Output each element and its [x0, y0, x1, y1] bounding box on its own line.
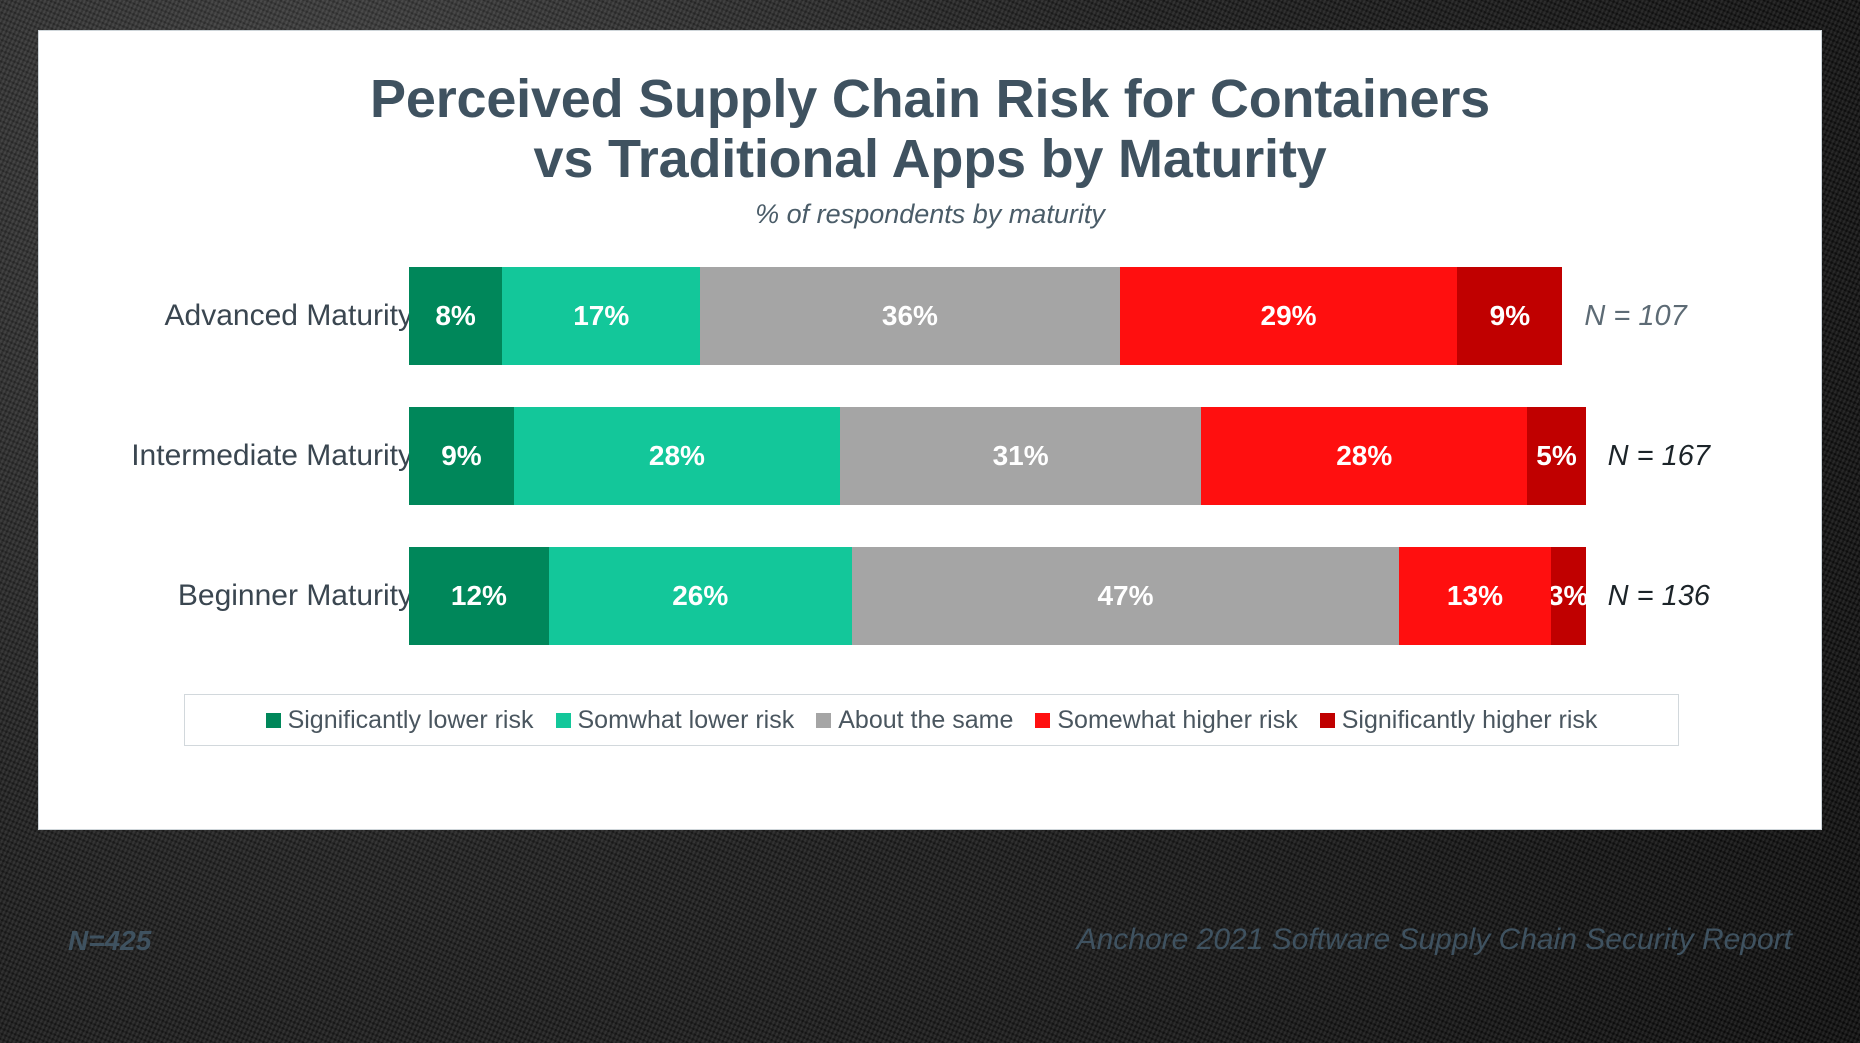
bar-segment-label: 29%: [1260, 300, 1317, 331]
category-label: Advanced Maturity: [164, 299, 413, 332]
page-title: Perceived Supply Chain Risk for Containe…: [39, 69, 1821, 190]
bar-segment-label: 17%: [573, 300, 630, 331]
bar-segment-label: 47%: [1097, 580, 1154, 611]
bar-segment: 9%: [409, 407, 514, 505]
legend-item[interactable]: Significantly lower risk: [265, 705, 534, 735]
bar-segment-label: 9%: [441, 440, 482, 471]
bar-segment-label: 28%: [648, 440, 705, 471]
legend-swatch-icon: [1319, 712, 1335, 728]
legend-item[interactable]: Somwhat lower risk: [555, 705, 795, 735]
category-label: Beginner Maturity: [177, 579, 413, 612]
stacked-bar: 12% 26% 47% 13% 3%: [409, 547, 1586, 645]
bar-segment: 17%: [502, 267, 701, 365]
bar-segment: 26%: [548, 547, 852, 645]
legend-item[interactable]: About the same: [816, 706, 1013, 735]
stacked-bar: 9% 28% 31% 28% 5%: [409, 407, 1586, 505]
poster-frame: Perceived Supply Chain Risk for Containe…: [0, 0, 1860, 1043]
bar-segment: 3%: [1550, 547, 1586, 645]
bar-segment: 5%: [1527, 407, 1586, 505]
chart-row: Advanced Maturity 8% 17% 36% 29% 9% N = 107: [39, 267, 1823, 365]
bar-segment-label: 13%: [1446, 580, 1503, 611]
bar-segment: 28%: [1201, 407, 1528, 505]
row-sample-size: N = 167: [1607, 440, 1711, 472]
title-line-2: vs Traditional Apps by Maturity: [533, 129, 1327, 190]
legend-swatch-icon: [555, 712, 571, 728]
bar-segment-label: 5%: [1536, 440, 1577, 471]
chart-legend: Significantly lower risk Somwhat lower ri…: [184, 694, 1679, 746]
legend-swatch-icon: [265, 712, 281, 728]
bar-segment: 13%: [1399, 547, 1551, 645]
legend-swatch-icon: [1035, 712, 1051, 728]
legend-item[interactable]: Somewhat higher risk: [1035, 705, 1298, 735]
bar-segment-label: 9%: [1489, 300, 1531, 331]
stacked-bar: 8% 17% 36% 29% 9%: [409, 267, 1563, 365]
legend-swatch-icon: [816, 712, 832, 728]
total-sample-size: N=425: [68, 925, 152, 956]
bar-segment-label: 31%: [992, 440, 1049, 471]
legend-item[interactable]: Significantly higher risk: [1319, 705, 1598, 735]
bar-segment-label: 28%: [1336, 440, 1393, 471]
chart-row: Beginner Maturity 12% 26% 47% 13% 3% N = 136: [39, 547, 1823, 645]
title-line-1: Perceived Supply Chain Risk for Containe…: [370, 69, 1490, 129]
bar-segment: 8%: [409, 267, 503, 365]
stacked-bar-chart: Advanced Maturity 8% 17% 36% 29% 9% N = 107 Int…: [39, 259, 1823, 679]
bar-segment: 36%: [700, 267, 1120, 365]
source-attribution: Anchore 2021 Software Supply Chain Secur…: [1076, 923, 1792, 956]
chart-card: Perceived Supply Chain Risk for Containe…: [38, 30, 1822, 830]
bar-segment-label: 12%: [450, 580, 507, 611]
bar-segment-label: 26%: [672, 580, 729, 611]
chart-subtitle: % of respondents by maturity: [755, 199, 1105, 229]
chart-row: Intermediate Maturity 9% 28% 31% 28% 5% N = 16…: [39, 407, 1823, 505]
legend-label: Somewhat higher risk: [1057, 705, 1298, 734]
bar-segment-label: 36%: [881, 300, 938, 331]
legend-label: Somwhat lower risk: [577, 705, 795, 734]
bar-segment: 29%: [1119, 267, 1458, 365]
bar-segment: 12%: [409, 547, 549, 645]
row-sample-size: N = 136: [1607, 580, 1711, 612]
bar-segment: 28%: [513, 407, 841, 505]
bar-segment: 31%: [840, 407, 1202, 505]
bar-segment-label: 3%: [1550, 580, 1586, 611]
category-label: Intermediate Maturity: [131, 439, 413, 472]
bar-segment: 9%: [1457, 267, 1563, 365]
legend-label: Significantly higher risk: [1341, 705, 1598, 734]
bar-segment-label: 8%: [435, 300, 476, 331]
legend-label: Significantly lower risk: [287, 705, 534, 734]
legend-label: About the same: [838, 705, 1014, 734]
bar-segment: 47%: [851, 547, 1400, 645]
row-sample-size: N = 107: [1584, 300, 1687, 332]
